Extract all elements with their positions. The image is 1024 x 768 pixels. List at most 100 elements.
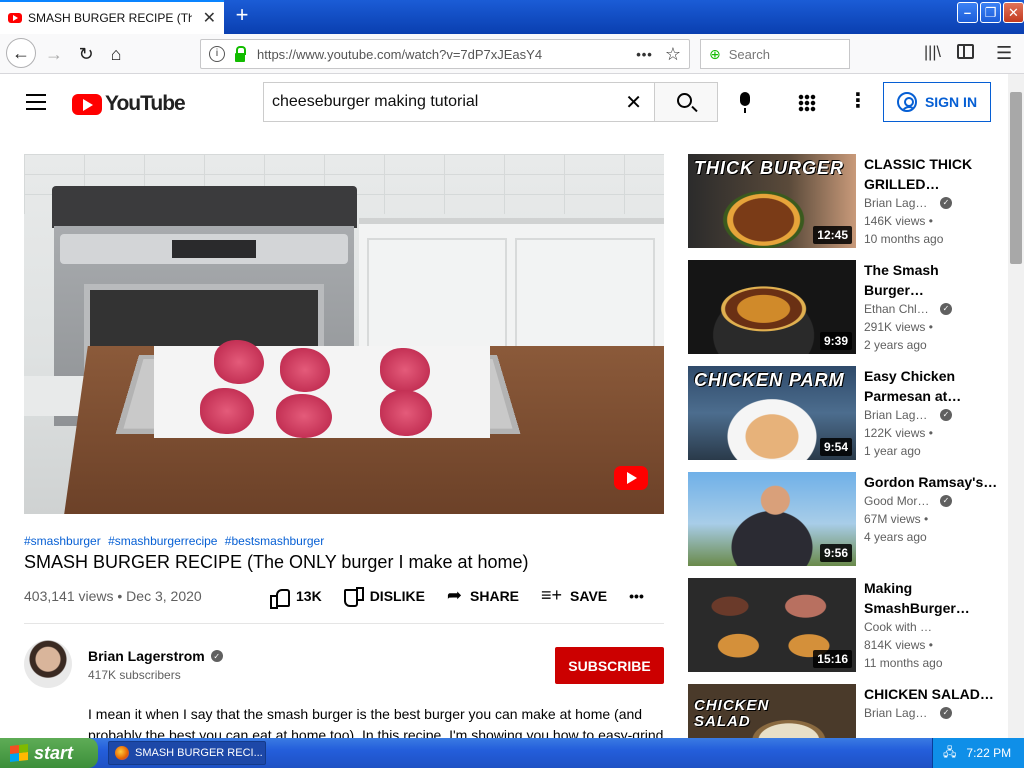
video-thumbnail[interactable]: 9:39 (688, 260, 856, 354)
search-engine-icon: ⊕ (709, 45, 721, 62)
network-icon[interactable]: 🖧 (943, 743, 956, 764)
guide-menu-icon[interactable] (26, 94, 46, 110)
thumbnail-text: CHICKEN SALAD (694, 697, 770, 730)
youtube-favicon-icon (8, 13, 22, 23)
video-frame-meat-ball (276, 394, 332, 438)
close-window-button[interactable]: ✕ (1003, 2, 1024, 23)
info-icon[interactable]: i (209, 46, 225, 62)
recommended-channel: Brian Lager… (864, 706, 934, 720)
recommended-age: 11 months ago (864, 656, 943, 670)
recommended-title[interactable]: Easy Chicken Parmesan at… (864, 366, 998, 406)
scrollbar-thumb[interactable] (1010, 92, 1022, 264)
youtube-logo[interactable]: YouTube (72, 92, 186, 116)
recommended-title[interactable]: Gordon Ramsay's… (864, 472, 998, 492)
forward-button[interactable]: → (40, 41, 68, 67)
bookmark-star-icon[interactable]: ☆ (665, 44, 681, 65)
start-button[interactable]: start (0, 738, 98, 768)
video-duration: 9:56 (819, 544, 852, 562)
channel-avatar[interactable] (24, 640, 72, 688)
subscribe-button[interactable]: SUBSCRIBE (555, 647, 664, 684)
recommended-channel-row: Brian Lager… ✓ (864, 704, 998, 722)
recommended-title[interactable]: Making SmashBurger… (864, 578, 998, 618)
recommended-views: 122K views • (864, 426, 933, 440)
search-input[interactable]: cheeseburger making tutorial ✕ (263, 82, 655, 122)
browser-toolbar: ← → ↻ ⌂ i https://www.youtube.com/watch?… (0, 34, 1024, 74)
channel-name[interactable]: Brian Lagerstrom (88, 648, 205, 664)
recommended-video[interactable]: 9:56 Gordon Ramsay's… Good Morni… ✓ 67M … (688, 472, 998, 566)
clock[interactable]: 7:22 PM (966, 746, 1011, 760)
recommended-channel-row: Ethan Chleb… ✓ (864, 300, 998, 318)
new-tab-button[interactable]: + (230, 4, 254, 28)
taskbar-firefox-item[interactable]: SMASH BURGER RECI... (108, 741, 266, 765)
recommended-views: 814K views • (864, 638, 933, 652)
like-button[interactable]: 13K (270, 587, 322, 609)
video-thumbnail[interactable]: 15:16 (688, 578, 856, 672)
back-button[interactable]: ← (6, 38, 36, 68)
recommended-age: 2 years ago (864, 338, 927, 352)
recommended-channel-row: Cook with Ron (864, 618, 998, 636)
tab-title: SMASH BURGER RECIPE (The ONLY burger I m… (28, 11, 192, 25)
recommended-title[interactable]: The Smash Burger… (864, 260, 998, 300)
video-thumbnail[interactable]: 9:56 (688, 472, 856, 566)
hamburger-menu-icon[interactable]: ☰ (996, 43, 1012, 64)
search-button[interactable] (654, 82, 718, 122)
page-scrollbar[interactable] (1008, 74, 1024, 738)
video-thumbnail[interactable]: CHICKEN SALAD (688, 684, 856, 738)
youtube-wordmark: YouTube (105, 92, 186, 115)
library-icon[interactable]: |||\ (924, 44, 941, 62)
recommended-video[interactable]: 15:16 Making SmashBurger… Cook with Ron … (688, 578, 998, 672)
taskbar-item-label: SMASH BURGER RECI... (135, 747, 263, 759)
recommended-title[interactable]: CLASSIC THICK GRILLED… (864, 154, 998, 194)
save-label: SAVE (570, 587, 608, 604)
recommended-channel: Good Morni… (864, 494, 934, 508)
window-controls: – ❐ ✕ (957, 2, 1024, 23)
hashtag-link[interactable]: #bestsmashburger (225, 534, 324, 548)
sidebar-toggle-icon[interactable] (957, 44, 974, 59)
recommended-channel-row: Good Morni… ✓ (864, 492, 998, 510)
recommended-views: 291K views • (864, 320, 933, 334)
share-button[interactable]: ➦ SHARE (447, 585, 519, 606)
recommended-title[interactable]: CHICKEN SALAD… (864, 684, 998, 704)
video-player[interactable] (24, 154, 664, 514)
hashtag-link[interactable]: #smashburgerrecipe (108, 534, 217, 548)
browser-search-placeholder: Search (728, 46, 770, 62)
voice-search-icon[interactable] (740, 92, 750, 113)
apps-grid-icon[interactable] (798, 94, 816, 112)
channel-name-row[interactable]: Brian Lagerstrom ✓ (88, 648, 223, 664)
clear-search-icon[interactable]: ✕ (625, 90, 642, 115)
reload-button[interactable]: ↻ (72, 41, 100, 67)
search-query[interactable]: cheeseburger making tutorial (272, 93, 478, 111)
restore-button[interactable]: ❐ (980, 2, 1001, 23)
home-button[interactable]: ⌂ (102, 41, 130, 67)
recommended-video[interactable]: CHICKEN SALAD CHICKEN SALAD… Brian Lager… (688, 684, 998, 738)
recommended-video[interactable]: 9:39 The Smash Burger… Ethan Chleb… ✓ 29… (688, 260, 998, 354)
hashtag-link[interactable]: #smashburger (24, 534, 101, 548)
dislike-button[interactable]: DISLIKE (343, 586, 425, 607)
more-actions-button[interactable]: ••• (629, 588, 644, 604)
recommended-channel: Brian Lager… (864, 408, 934, 422)
recommended-video[interactable]: CHICKEN PARM 9:54 Easy Chicken Parmesan … (688, 366, 998, 460)
hashtag-list: #smashburger #smashburgerrecipe #bestsma… (24, 534, 328, 548)
video-thumbnail[interactable]: THICK BURGER 12:45 (688, 154, 856, 248)
video-frame-meat-ball (280, 348, 330, 392)
subscriber-count: 417K subscribers (88, 668, 181, 682)
recommended-video[interactable]: THICK BURGER 12:45 CLASSIC THICK GRILLED… (688, 154, 998, 248)
recommended-channel: Ethan Chleb… (864, 302, 934, 316)
sign-in-button[interactable]: SIGN IN (883, 82, 991, 122)
firefox-icon (115, 746, 129, 760)
youtube-watermark-icon[interactable] (614, 466, 648, 490)
video-frame-meat-ball (380, 348, 430, 392)
address-bar[interactable]: i https://www.youtube.com/watch?v=7dP7xJ… (200, 39, 690, 69)
settings-kebab-icon[interactable]: ⋮ (848, 91, 868, 111)
browser-tab-active[interactable]: SMASH BURGER RECIPE (The ONLY burger I m… (0, 0, 224, 34)
tab-close-icon[interactable]: ✕ (203, 8, 216, 28)
save-button[interactable]: ≡+ SAVE (541, 585, 607, 606)
verified-check-icon: ✓ (940, 303, 952, 315)
minimize-button[interactable]: – (957, 2, 978, 23)
browser-search-field[interactable]: ⊕ Search (700, 39, 850, 69)
page-actions-icon[interactable]: ••• (636, 47, 653, 62)
video-duration: 9:39 (819, 332, 852, 350)
video-thumbnail[interactable]: CHICKEN PARM 9:54 (688, 366, 856, 460)
url-text[interactable]: https://www.youtube.com/watch?v=7dP7xJEa… (257, 47, 542, 62)
verified-check-icon: ✓ (940, 707, 952, 719)
